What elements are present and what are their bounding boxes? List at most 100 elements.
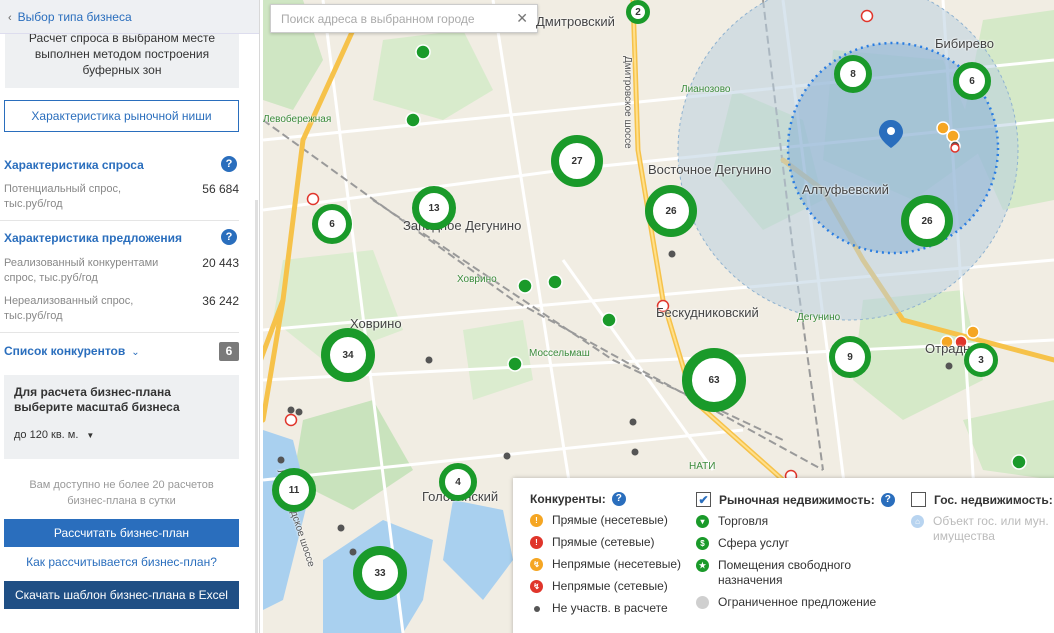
cluster-marker[interactable]: 6: [953, 62, 991, 100]
direct-nonchain-icon: !: [530, 514, 543, 527]
legend-item: ▾ Торговля: [696, 514, 895, 529]
help-icon[interactable]: ?: [221, 156, 237, 172]
map-label-nati-station: НАТИ: [689, 461, 716, 472]
cluster-marker[interactable]: 8: [834, 55, 872, 93]
map-label-degunino-station: Дегунино: [797, 312, 841, 323]
cluster-marker[interactable]: 26: [901, 195, 953, 247]
sidebar-scrollbar[interactable]: [255, 200, 258, 633]
info-line: буферных зон: [82, 63, 162, 77]
business-scale-value: до 120 кв. м.: [14, 429, 79, 441]
cluster-marker[interactable]: 9: [829, 336, 871, 378]
bp-title-line: выберите масштаб бизнеса: [14, 400, 180, 414]
gov-property-icon: ⌂: [911, 515, 924, 528]
legend-market-header: ✔ Рыночная недвижимость:?: [696, 492, 895, 507]
cluster-marker[interactable]: 13: [412, 186, 456, 230]
cluster-marker[interactable]: 63: [682, 348, 746, 412]
legend-item: $ Сфера услуг: [696, 536, 895, 551]
legend-item-label: Не участв. в расчете: [552, 601, 668, 615]
legend-item: ★ Помещения свободного назначения: [696, 558, 895, 588]
legend-item-label: Непрямые (несетевые): [552, 557, 682, 571]
chevron-left-icon: ‹: [8, 12, 12, 24]
star-icon: ★: [696, 559, 709, 572]
business-scale-select[interactable]: до 120 кв. м. ▼: [14, 429, 229, 441]
map-label-beskudnikovsky: Бескудниковский: [656, 305, 759, 320]
unrealized-demand-row: Нереализованный спрос, тыс.руб/год 36 24…: [4, 294, 239, 324]
cluster-marker[interactable]: 6: [312, 204, 352, 244]
map-label-levoberezhnaya-station: Левобережная: [263, 114, 332, 125]
unrealized-demand-label: Нереализованный спрос, тыс.руб/год: [4, 295, 134, 322]
legend-item-label: Ограниченное предложение: [718, 595, 877, 609]
dollar-icon: $: [696, 537, 709, 550]
map-label-altufyevsky: Алтуфьевский: [802, 182, 889, 197]
business-plan-box: Для расчета бизнес-плана выберите масшта…: [4, 375, 239, 459]
legend-item-label: Прямые (несетевые): [552, 513, 668, 527]
help-icon[interactable]: ?: [611, 492, 626, 506]
bp-title-line: Для расчета бизнес-плана: [14, 385, 171, 399]
potential-demand-row: Потенциальный спрос, тыс.руб/год 56 684: [4, 182, 239, 212]
legend-market-realty: ✔ Рыночная недвижимость:? ▾ Торговля $ Сфер…: [696, 492, 895, 610]
address-search: ✕: [270, 4, 538, 33]
caret-down-icon: ▼: [86, 431, 95, 440]
legend-item-label: Торговля: [718, 514, 769, 528]
realized-demand-value: 20 443: [202, 256, 239, 270]
divider: [0, 220, 239, 221]
legend-item: ! Прямые (несетевые): [530, 513, 681, 528]
calculate-business-plan-button[interactable]: Рассчитать бизнес-план: [4, 519, 239, 547]
back-link-label: Выбор типа бизнеса: [17, 10, 132, 24]
how-calculated-link[interactable]: Как рассчитывается бизнес-план?: [4, 555, 239, 569]
download-excel-template-button[interactable]: Скачать шаблон бизнес-плана в Excel: [4, 581, 239, 609]
map-label-bibirevo: Бибирево: [935, 36, 994, 51]
info-line: выполнен методом построения: [34, 47, 210, 61]
cluster-marker[interactable]: 3: [964, 343, 998, 377]
market-niche-button[interactable]: Характеристика рыночной ниши: [4, 100, 239, 132]
limit-note-line: Вам доступно не более 20 расчетов: [29, 479, 214, 491]
limited-offer-icon: [696, 596, 709, 609]
help-icon[interactable]: ?: [221, 229, 237, 245]
help-icon[interactable]: ?: [880, 492, 895, 507]
chevron-down-icon: ⌄: [131, 347, 140, 358]
info-line: Расчет спроса в выбраном месте: [28, 34, 216, 45]
demand-method-info: Расчет спроса в выбраном месте выполнен …: [5, 34, 239, 88]
direct-chain-icon: !: [530, 536, 543, 549]
legend-item-label: Сфера услуг: [718, 536, 790, 550]
competitors-count-badge: 6: [219, 342, 239, 361]
indirect-chain-icon: ↯: [530, 580, 543, 593]
gov-realty-checkbox[interactable]: [911, 492, 926, 507]
close-icon[interactable]: ✕: [516, 10, 528, 27]
cluster-marker[interactable]: 34: [321, 328, 375, 382]
map-view[interactable]: ✕ Дмитровский Бибирево Восточное Дегунин…: [263, 0, 1054, 633]
competitors-list-toggle[interactable]: Список конкурентов ⌄ 6: [0, 333, 259, 369]
demand-title: Характеристика спроса: [4, 158, 144, 172]
legend-competitors-header: Конкуренты:?: [530, 492, 681, 506]
competitors-title: Список конкурентов: [4, 344, 126, 358]
market-realty-checkbox[interactable]: ✔: [696, 492, 711, 507]
not-counted-icon: [530, 602, 543, 615]
address-search-input[interactable]: [271, 5, 511, 32]
back-to-business-type-link[interactable]: ‹ Выбор типа бизнеса: [0, 0, 259, 34]
legend-item: ↯ Непрямые (несетевые): [530, 557, 681, 572]
legend-gov-title: Гос. недвижимость:: [934, 492, 1053, 507]
map-label-dmitrovsky: Дмитровский: [536, 14, 615, 29]
legend-item-label: Непрямые (сетевые): [552, 579, 668, 593]
map-label-lianozovo-station: Лианозово: [681, 84, 731, 95]
cluster-marker[interactable]: 11: [272, 468, 316, 512]
cart-icon: ▾: [696, 515, 709, 528]
legend-market-title: Рыночная недвижимость:: [719, 492, 875, 507]
legend-item: ⌂ Объект гос. или мун. имущества: [911, 514, 1053, 544]
legend-gov-realty: Гос. недвижимость: ⌂ Объект гос. или мун.…: [911, 492, 1053, 544]
cluster-marker[interactable]: 27: [551, 135, 603, 187]
map-label-khovrino: Ховрино: [350, 316, 402, 331]
potential-demand-label: Потенциальный спрос, тыс.руб/год: [4, 183, 122, 210]
cluster-marker[interactable]: 33: [353, 546, 407, 600]
cluster-marker[interactable]: 2: [626, 0, 650, 24]
cluster-marker[interactable]: 4: [439, 463, 477, 501]
legend-item-label: Помещения свободного назначения: [718, 558, 852, 587]
supply-title: Характеристика предложения: [4, 231, 183, 245]
cluster-marker[interactable]: 26: [645, 185, 697, 237]
indirect-nonchain-icon: ↯: [530, 558, 543, 571]
legend-competitors: Конкуренты:? ! Прямые (несетевые) ! Прямые…: [530, 492, 681, 616]
potential-demand-value: 56 684: [202, 182, 239, 196]
demand-section: Характеристика спроса ? Потенциальный сп…: [0, 156, 259, 212]
legend-item: ! Прямые (сетевые): [530, 535, 681, 550]
map-label-mosselmash-station: Моссельмаш: [529, 348, 590, 359]
